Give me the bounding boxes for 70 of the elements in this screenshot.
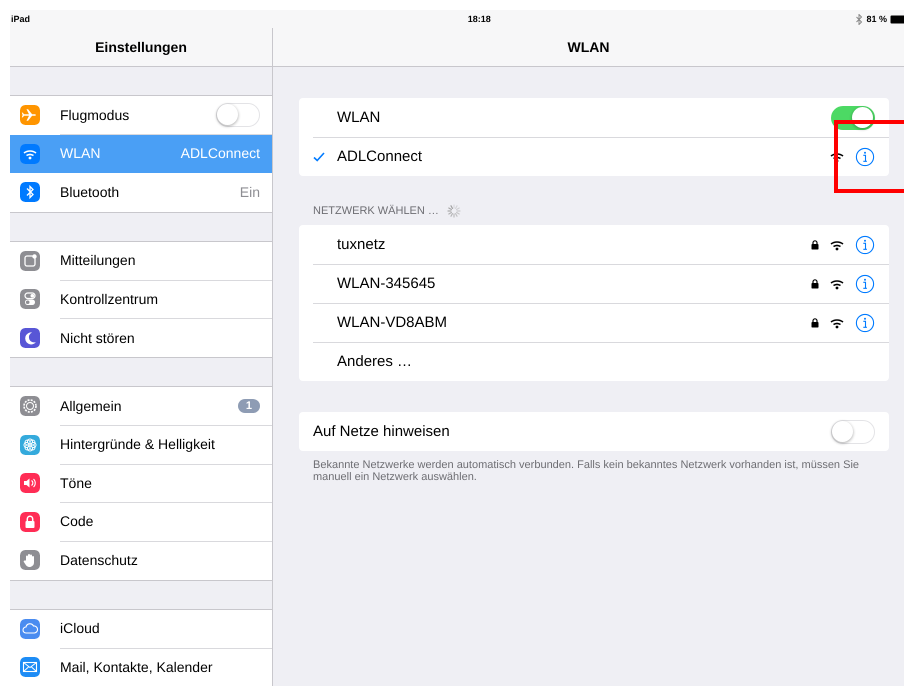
item-label: Kontrollzentrum — [60, 290, 160, 307]
sidebar-item[interactable]: Datenschutz — [10, 541, 272, 580]
sidebar-item[interactable]: Töne — [10, 464, 272, 502]
footer-note: Bekannte Netzwerke werden automatisch verbunden. Falls kein bekanntes Netzwerk vorhanden ist, müssen Sie manuell ein Netzwerk auswählen. — [312, 458, 860, 483]
bluetooth-icon — [20, 182, 40, 202]
section-header: NETZWERK WÄHLEN … — [313, 205, 439, 217]
info-icon — [855, 146, 875, 166]
flower-icon — [20, 434, 40, 455]
battery-icon — [890, 14, 904, 24]
spinner-icon — [446, 204, 461, 218]
toggle-switch[interactable] — [831, 420, 875, 444]
wifi-signal-icon — [829, 277, 845, 290]
sidebar-item[interactable]: Mitteilungen — [10, 242, 272, 280]
airplane-icon — [20, 105, 40, 126]
cloud-icon — [20, 618, 40, 639]
wifi-signal-icon — [829, 238, 845, 251]
count-badge: 1 — [238, 398, 260, 413]
item-value: ADLConnect — [180, 145, 260, 162]
item-label: WLAN — [60, 145, 102, 162]
switches-icon — [20, 289, 40, 310]
battery-percentage: 81 % — [866, 14, 887, 24]
network-row[interactable]: ADLConnect — [299, 137, 889, 176]
item-label: Code — [60, 513, 94, 530]
device-name: iPad — [11, 14, 30, 24]
navigation-bar-title: Einstellungen — [10, 28, 272, 67]
row-label: WLAN — [336, 109, 382, 126]
network-name: WLAN-VD8ABM — [337, 314, 448, 331]
speaker-icon — [20, 473, 40, 494]
bluetooth-icon — [855, 14, 864, 24]
sidebar-item[interactable]: Hintergründe & Helligkeit — [10, 426, 272, 464]
info-icon — [855, 274, 875, 294]
sidebar-item[interactable]: iCloud — [10, 610, 272, 648]
network-name: WLAN-345645 — [337, 275, 436, 292]
wifi-icon — [20, 144, 40, 164]
network-name: ADLConnect — [337, 148, 424, 165]
hand-icon — [20, 550, 40, 570]
row-label: Auf Netze hinweisen — [312, 423, 451, 440]
navigation-bar-title: WLAN — [273, 28, 904, 67]
item-label: Allgemein — [60, 398, 122, 414]
lock-icon — [20, 512, 40, 532]
item-label: Mail, Kontakte, Kalender — [60, 659, 214, 676]
network-name: tuxnetz — [337, 236, 386, 253]
gear-icon — [20, 396, 40, 416]
wifi-signal-icon — [829, 316, 845, 329]
toggle-switch[interactable] — [216, 102, 260, 127]
info-icon — [855, 234, 875, 254]
clock-time: 18:18 — [468, 14, 491, 24]
notification-icon — [20, 250, 40, 271]
network-row[interactable]: Anderes … — [299, 342, 889, 381]
sidebar-item[interactable]: Kontrollzentrum — [10, 280, 272, 318]
item-label: Mitteilungen — [60, 252, 136, 268]
network-row[interactable]: tuxnetz — [299, 225, 889, 264]
item-label: Töne — [60, 474, 93, 491]
item-label: Nicht stören — [60, 330, 136, 346]
sidebar-item[interactable]: Bluetooth Ein — [10, 173, 272, 212]
moon-icon — [20, 328, 40, 348]
sidebar-item[interactable]: Allgemein 1 — [10, 387, 272, 426]
item-label: Hintergründe & Helligkeit — [60, 436, 216, 452]
network-row[interactable]: WLAN-345645 — [299, 264, 889, 303]
sidebar-item[interactable]: Mail, Kontakte, Kalender — [10, 648, 272, 686]
item-value: Ein — [240, 184, 260, 200]
info-icon — [855, 312, 875, 332]
sidebar-item[interactable]: Code — [10, 502, 272, 541]
network-row[interactable]: WLAN-VD8ABM — [299, 303, 889, 342]
item-label: Datenschutz — [60, 552, 139, 568]
sidebar-item[interactable]: Nicht stören — [10, 318, 272, 357]
item-label: iCloud — [60, 620, 101, 636]
envelope-icon — [20, 657, 40, 678]
item-label: Bluetooth — [60, 184, 120, 200]
item-label: Flugmodus — [60, 106, 130, 123]
